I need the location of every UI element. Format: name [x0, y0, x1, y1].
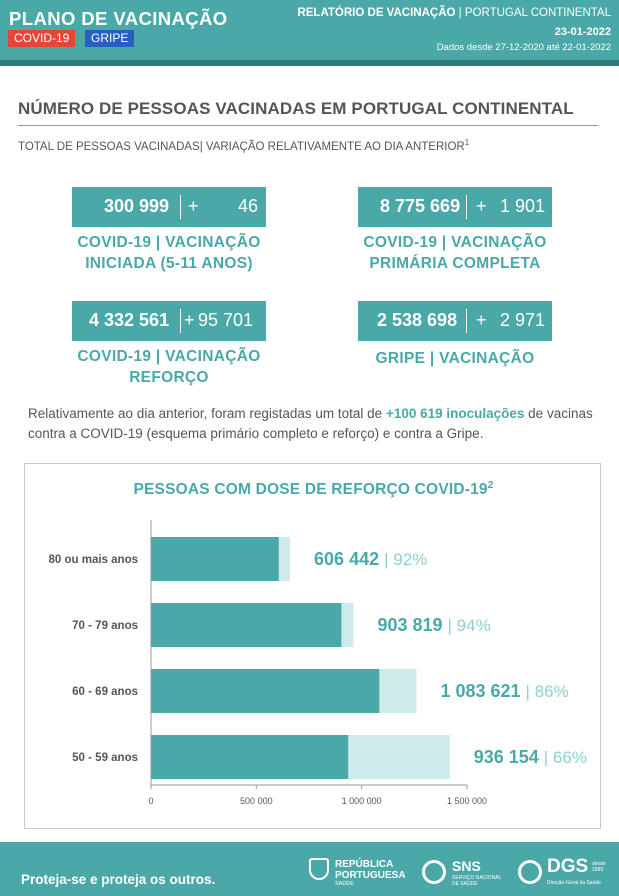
value-label: 606 442 — [314, 549, 379, 569]
stat-card-covid-initial: 300 999 + 46 — [72, 187, 266, 227]
footer-slogan: Proteja-se e proteja os outros. — [21, 872, 216, 887]
stat-label-line1: COVID-19 | VACINAÇÃO — [363, 234, 547, 251]
logo-rp-sub: SAÚDE — [335, 881, 354, 887]
report-region: PORTUGAL CONTINENTAL — [464, 7, 611, 19]
footer-bar: Proteja-se e proteja os outros. REPÚBLIC… — [0, 842, 619, 896]
category-label: 80 ou mais anos — [49, 554, 138, 566]
percent-label: | 92% — [384, 550, 427, 569]
value-label: 903 819 — [377, 615, 442, 635]
stat-delta: 2 971 — [500, 310, 546, 330]
stat-label-covid-booster: COVID-19 | VACINAÇÃO REFORÇO — [66, 346, 272, 388]
stat-divider — [180, 195, 181, 219]
stat-plus: + — [188, 196, 199, 216]
stat-label-line2: PRIMÁRIA COMPLETA — [369, 255, 541, 272]
logo-dgs-sub: Direção-Geral da Saúde — [547, 880, 601, 886]
covid-tag: COVID-19 — [8, 30, 76, 47]
logo-rp-line2: PORTUGUESA — [335, 870, 406, 881]
category-label: 50 - 59 anos — [72, 752, 138, 764]
percent-label: | 86% — [526, 682, 569, 701]
logo-rp-line1: REPÚBLICA — [335, 859, 394, 870]
note-text-before: Relativamente ao dia anterior, foram reg… — [28, 406, 386, 421]
stat-label-line1: COVID-19 | VACINAÇÃO — [77, 234, 261, 251]
stat-card-covid-complete: 8 775 669 + 1 901 — [358, 187, 552, 227]
stat-divider — [466, 309, 467, 333]
subtitle-footnote: 1 — [464, 138, 470, 147]
subtitle-text: TOTAL DE PESSOAS VACINADAS| VARIAÇÃO REL… — [18, 140, 465, 153]
stat-label-flu: GRIPE | VACINAÇÃO — [352, 348, 558, 369]
note-highlight: +100 619 inoculações — [385, 406, 525, 421]
stat-card-covid-booster: 4 332 561 + 95 701 — [72, 301, 266, 341]
stat-delta: 46 — [238, 196, 259, 216]
sns-ring-icon — [422, 860, 446, 884]
report-title: RELATÓRIO DE VACINAÇÃO — [297, 7, 456, 19]
stat-label-line2: REFORÇO — [129, 369, 209, 386]
plan-title: PLANO DE VACINAÇÃO — [9, 8, 228, 29]
stat-value: 4 332 561 — [89, 310, 170, 330]
logo-sns-sub: SERVIÇO NACIONAL DE SAÚDE — [452, 875, 501, 887]
section-divider — [18, 125, 598, 126]
stat-value: 2 538 698 — [377, 310, 458, 330]
stat-plus: + — [184, 310, 195, 330]
stat-value: 8 775 669 — [380, 196, 461, 216]
report-separator: | — [455, 7, 465, 19]
bar-booster — [151, 669, 380, 713]
bar-booster — [151, 735, 349, 779]
stat-delta: 1 901 — [500, 196, 546, 216]
daily-note: Relativamente ao dia anterior, foram reg… — [28, 404, 603, 444]
report-date: 23-01-2022 — [554, 26, 611, 38]
stat-label-line1: COVID-19 | VACINAÇÃO — [77, 348, 261, 365]
x-tick-label: 0 — [148, 796, 153, 806]
stat-label-covid-complete: COVID-19 | VACINAÇÃO PRIMÁRIA COMPLETA — [352, 232, 558, 274]
value-label: 936 154 — [474, 747, 539, 767]
percent-label: | 66% — [544, 748, 587, 767]
logo-dgs-text: DGS — [547, 856, 589, 877]
stat-label-line1: GRIPE | VACINAÇÃO — [375, 350, 535, 367]
header-bar: PLANO DE VACINAÇÃO COVID-19 GRIPE RELATÓ… — [0, 0, 619, 66]
x-tick-label: 500 000 — [240, 796, 273, 806]
stat-divider — [466, 195, 467, 219]
booster-chart-panel: PESSOAS COM DOSE DE REFORÇO COVID-192 80… — [24, 463, 601, 829]
header-underline — [0, 60, 619, 66]
data-range: Dados desde 27-12-2020 até 22-01-2022 — [436, 42, 611, 53]
stat-value: 300 999 — [104, 196, 170, 216]
x-tick-label: 1 500 000 — [447, 796, 487, 806]
stat-card-flu: 2 538 698 + 2 971 — [358, 301, 552, 341]
stat-plus: + — [476, 196, 487, 216]
category-label: 60 - 69 anos — [72, 686, 138, 698]
gripe-tag: GRIPE — [85, 30, 135, 47]
booster-bar-chart: 80 ou mais anos 606 442 | 92% 70 - 79 anos 9… — [49, 520, 587, 806]
x-tick-label: 1 000 000 — [342, 796, 382, 806]
logo-rp-text: REPÚBLICA PORTUGUESA — [335, 859, 406, 881]
section-title: NÚMERO DE PESSOAS VACINADAS EM PORTUGAL … — [18, 99, 574, 118]
logo-sns-sub2: DE SAÚDE — [452, 881, 478, 887]
value-label: 1 083 621 — [440, 681, 520, 701]
shield-icon — [309, 858, 329, 880]
stat-divider — [180, 309, 181, 333]
category-label: 70 - 79 anos — [72, 620, 138, 632]
bar-booster — [151, 537, 279, 581]
report-heading: RELATÓRIO DE VACINAÇÃO | PORTUGAL CONTIN… — [297, 7, 611, 19]
bar-booster — [151, 603, 342, 647]
stat-delta: 95 701 — [198, 310, 254, 330]
logo-dgs-year: desde 1899 — [592, 861, 606, 873]
percent-label: | 94% — [448, 616, 491, 635]
logo-sns-text: SNS — [452, 858, 481, 874]
stat-label-covid-initial: COVID-19 | VACINAÇÃO INICIADA (5-11 ANOS… — [66, 232, 272, 274]
stat-label-line2: INICIADA (5-11 ANOS) — [85, 255, 253, 272]
section-subtitle: TOTAL DE PESSOAS VACINADAS| VARIAÇÃO REL… — [18, 138, 469, 153]
dgs-ring-icon — [518, 860, 542, 884]
stat-plus: + — [476, 310, 487, 330]
